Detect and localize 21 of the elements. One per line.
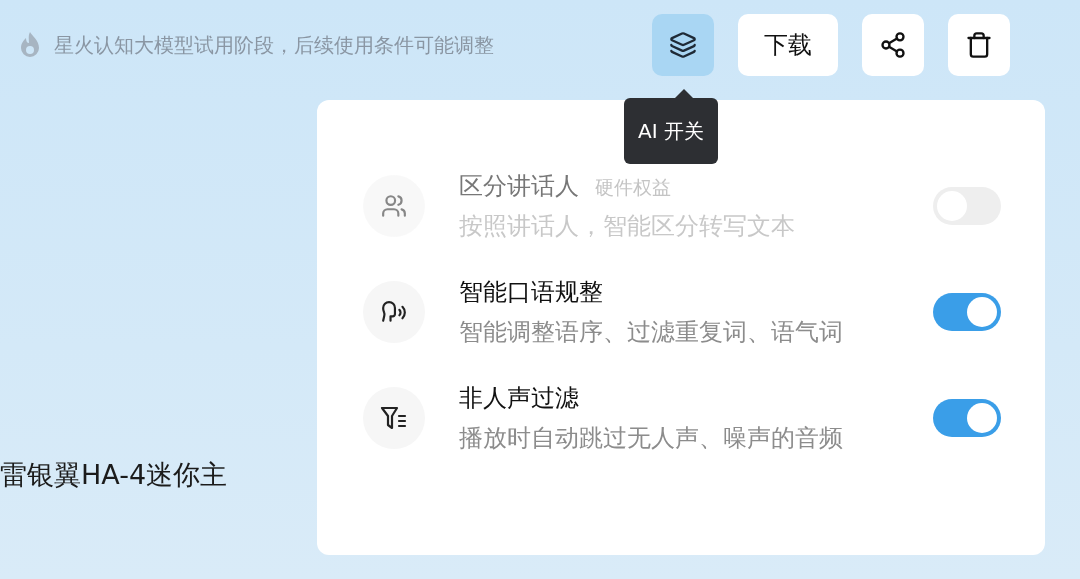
setting-title: 区分讲话人 <box>459 171 579 202</box>
tooltip: AI 开关 <box>624 98 718 164</box>
speaking-head-icon <box>381 299 407 325</box>
recording-title: 雷银翼HA-4迷你主 <box>0 458 228 492</box>
setting-title: 智能口语规整 <box>459 277 603 308</box>
toggle-switch[interactable] <box>933 399 1001 437</box>
share-button[interactable] <box>862 14 924 76</box>
setting-tag: 硬件权益 <box>595 175 671 201</box>
setting-title: 非人声过滤 <box>459 383 579 414</box>
share-icon <box>879 31 907 59</box>
setting-description: 智能调整语序、过滤重复词、语气词 <box>459 317 844 348</box>
delete-button[interactable] <box>948 14 1010 76</box>
trash-icon <box>965 31 993 59</box>
ai-toggle-button[interactable] <box>652 14 714 76</box>
layers-icon <box>669 31 697 59</box>
download-button[interactable]: 下载 <box>738 14 838 76</box>
people-icon <box>381 193 407 219</box>
toggle-switch[interactable] <box>933 293 1001 331</box>
setting-description: 播放时自动跳过无人声、噪声的音频 <box>459 423 844 454</box>
notice-text: 星火认知大模型试用阶段，后续使用条件可能调整 <box>54 31 494 59</box>
filter-icon <box>380 405 408 431</box>
